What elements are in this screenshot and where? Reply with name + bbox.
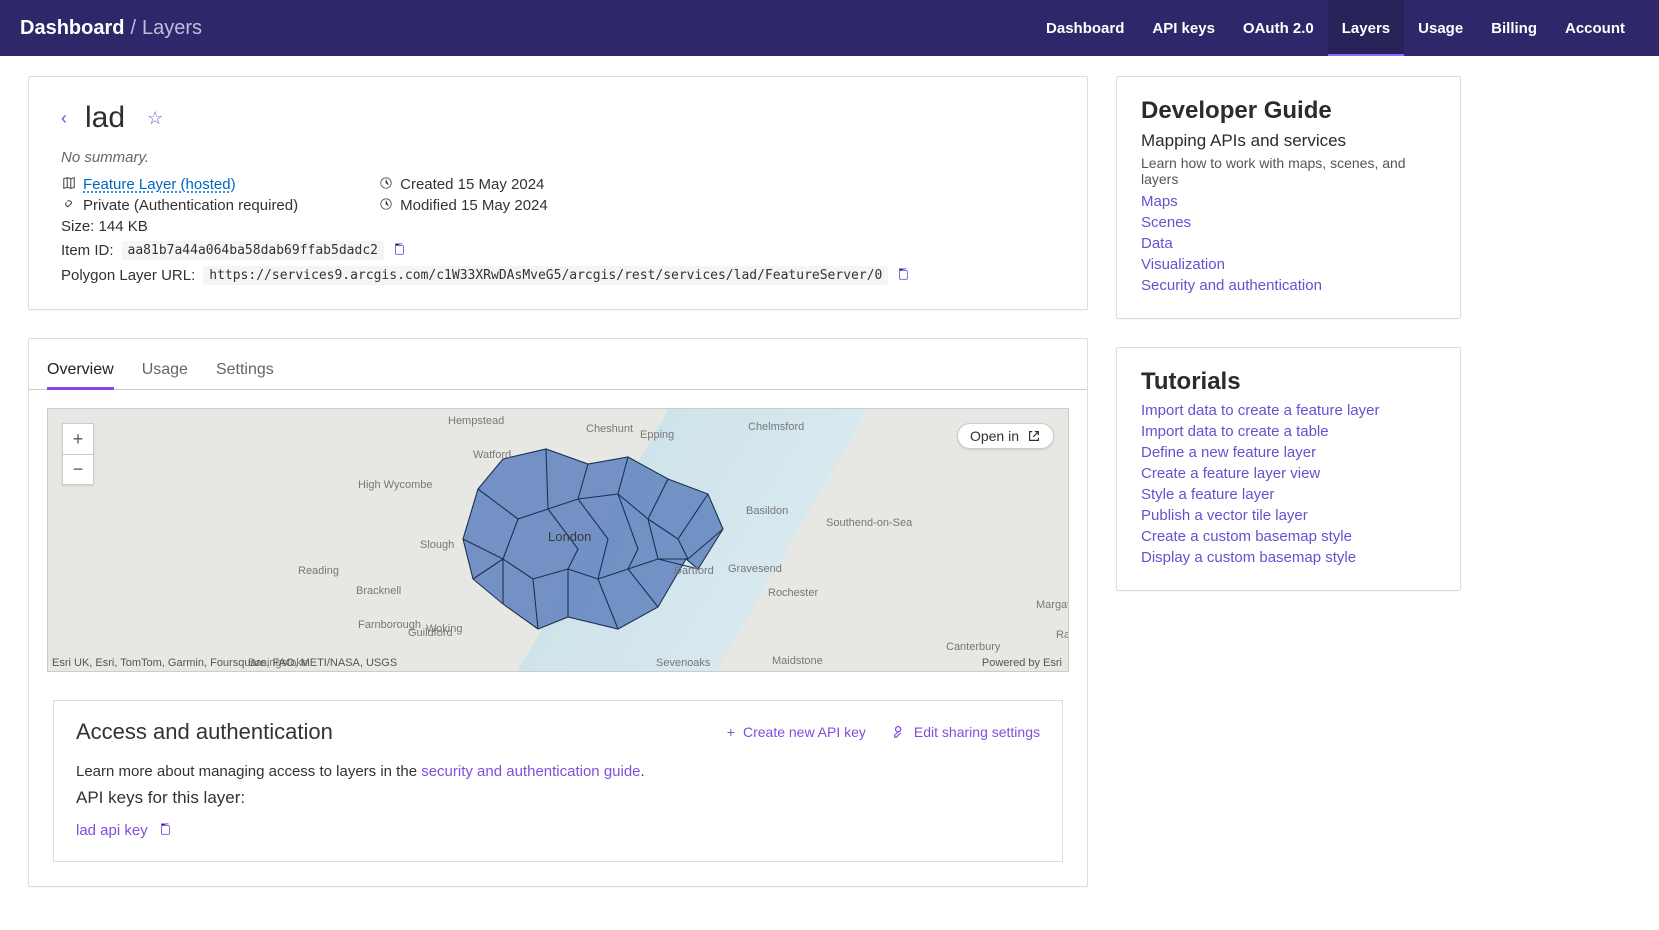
nav-dashboard[interactable]: Dashboard — [1032, 0, 1138, 56]
copy-api-key-button[interactable] — [158, 822, 172, 839]
layer-detail-panel: Overview Usage Settings London Hempstead Ch… — [28, 338, 1088, 887]
zoom-control: + − — [62, 423, 94, 485]
plus-icon: + — [727, 724, 735, 740]
layer-title: lad — [85, 101, 125, 135]
layer-type-link[interactable]: Feature Layer (hosted) — [83, 176, 236, 193]
guide-title: Developer Guide — [1141, 97, 1436, 125]
tab-overview[interactable]: Overview — [47, 351, 114, 389]
top-nav: Dashboard / Layers DashboardAPI keysOAut… — [0, 0, 1659, 56]
map-place-label: Slough — [420, 539, 454, 551]
guide-desc: Learn how to work with maps, scenes, and… — [1141, 155, 1436, 187]
zoom-in-button[interactable]: + — [63, 424, 93, 454]
access-learn-text: Learn more about managing access to laye… — [76, 763, 421, 780]
clock-icon — [378, 176, 394, 193]
nav-oauth-2-0[interactable]: OAuth 2.0 — [1229, 0, 1328, 56]
breadcrumb: Dashboard / Layers — [20, 17, 202, 40]
developer-guide-card: Developer Guide Mapping APIs and service… — [1116, 76, 1461, 319]
lock-icon — [61, 197, 77, 214]
external-link-icon — [1027, 429, 1041, 443]
edit-sharing-button[interactable]: Edit sharing settings — [892, 724, 1040, 741]
layer-summary-card: ‹ lad ☆ No summary. Feature Layer (hoste… — [28, 76, 1088, 310]
nav-billing[interactable]: Billing — [1477, 0, 1551, 56]
map-place-label: Watford — [473, 449, 511, 461]
map-place-label: Chelmsford — [748, 421, 804, 433]
main-nav: DashboardAPI keysOAuth 2.0LayersUsageBil… — [1032, 0, 1639, 56]
layer-summary: No summary. — [61, 149, 1055, 166]
tutorial-link[interactable]: Import data to create a feature layer — [1141, 402, 1379, 419]
map-place-label: Ramsgate — [1056, 629, 1069, 641]
map-place-label: Farnborough — [358, 619, 421, 631]
map-place-label: Dartford — [674, 565, 714, 577]
nav-api-keys[interactable]: API keys — [1138, 0, 1229, 56]
api-key-link[interactable]: lad api key — [76, 822, 148, 839]
back-button[interactable]: ‹ — [61, 108, 67, 129]
tutorial-link[interactable]: Create a feature layer view — [1141, 465, 1320, 482]
guide-subtitle: Mapping APIs and services — [1141, 131, 1436, 151]
key-icon — [892, 724, 906, 741]
security-guide-link[interactable]: security and authentication guide — [421, 763, 640, 780]
item-id-value: aa81b7a44a064ba58dab69ffab5dadc2 — [122, 241, 384, 260]
guide-link[interactable]: Scenes — [1141, 214, 1191, 231]
map-preview[interactable]: London Hempstead Cheshunt Epping Chelmsford… — [47, 408, 1069, 672]
tutorial-link[interactable]: Define a new feature layer — [1141, 444, 1316, 461]
map-pin-icon — [61, 176, 77, 193]
nav-usage[interactable]: Usage — [1404, 0, 1477, 56]
copy-item-id-button[interactable] — [392, 242, 406, 259]
nav-account[interactable]: Account — [1551, 0, 1639, 56]
favorite-star-icon[interactable]: ☆ — [147, 108, 163, 129]
map-place-label: Hempstead — [448, 415, 504, 427]
tab-settings[interactable]: Settings — [216, 351, 274, 389]
map-place-label: Reading — [298, 565, 339, 577]
clock-icon — [378, 197, 394, 214]
breadcrumb-root[interactable]: Dashboard — [20, 17, 124, 40]
item-id-label: Item ID: — [61, 242, 114, 259]
zoom-out-button[interactable]: − — [63, 454, 93, 484]
guide-link[interactable]: Maps — [1141, 193, 1178, 210]
map-place-label: Rochester — [768, 587, 818, 599]
tab-bar: Overview Usage Settings — [29, 339, 1087, 390]
breadcrumb-separator: / — [130, 17, 136, 40]
tutorial-link[interactable]: Display a custom basemap style — [1141, 549, 1356, 566]
layer-url-value: https://services9.arcgis.com/c1W33XRwDAs… — [203, 266, 888, 285]
tutorial-link[interactable]: Style a feature layer — [1141, 486, 1274, 503]
map-place-label: Southend-on-Sea — [826, 517, 912, 529]
map-place-label: High Wycombe — [358, 479, 432, 491]
create-api-key-button[interactable]: + Create new API key — [727, 724, 866, 741]
tutorials-title: Tutorials — [1141, 368, 1436, 396]
map-place-label: Maidstone — [772, 655, 823, 667]
tutorials-card: Tutorials Import data to create a featur… — [1116, 347, 1461, 591]
access-title: Access and authentication — [76, 719, 333, 745]
map-place-label: Bracknell — [356, 585, 401, 597]
layer-sharing: Private (Authentication required) — [83, 197, 298, 214]
map-place-label: Woking — [426, 623, 462, 635]
tab-usage[interactable]: Usage — [142, 351, 188, 389]
open-in-button[interactable]: Open in — [957, 423, 1054, 449]
map-place-label: Margate — [1036, 599, 1069, 611]
guide-link[interactable]: Security and authentication — [1141, 277, 1322, 294]
map-place-label: Cheshunt — [586, 423, 633, 435]
map-powered-by: Powered by Esri — [982, 657, 1062, 669]
map-place-label: Basildon — [746, 505, 788, 517]
tutorial-link[interactable]: Create a custom basemap style — [1141, 528, 1352, 545]
layer-size: Size: 144 KB — [61, 218, 1055, 235]
api-keys-heading: API keys for this layer: — [76, 788, 1040, 808]
layer-created: Created 15 May 2024 — [400, 176, 544, 193]
map-place-label: Epping — [640, 429, 674, 441]
layer-url-label: Polygon Layer URL: — [61, 267, 195, 284]
guide-link[interactable]: Data — [1141, 235, 1173, 252]
map-attribution: Esri UK, Esri, TomTom, Garmin, Foursquar… — [52, 657, 397, 669]
map-place-label: Sevenoaks — [656, 657, 710, 669]
map-place-label: Canterbury — [946, 641, 1000, 653]
access-section-wrapper: Access and authentication + Create new A… — [29, 690, 1087, 886]
nav-layers[interactable]: Layers — [1328, 0, 1404, 56]
tutorial-link[interactable]: Import data to create a table — [1141, 423, 1329, 440]
layer-modified: Modified 15 May 2024 — [400, 197, 548, 214]
map-center-label: London — [548, 529, 591, 544]
guide-link[interactable]: Visualization — [1141, 256, 1225, 273]
breadcrumb-page: Layers — [142, 17, 202, 40]
copy-url-button[interactable] — [896, 267, 910, 284]
map-place-label: Gravesend — [728, 563, 782, 575]
tutorial-link[interactable]: Publish a vector tile layer — [1141, 507, 1308, 524]
